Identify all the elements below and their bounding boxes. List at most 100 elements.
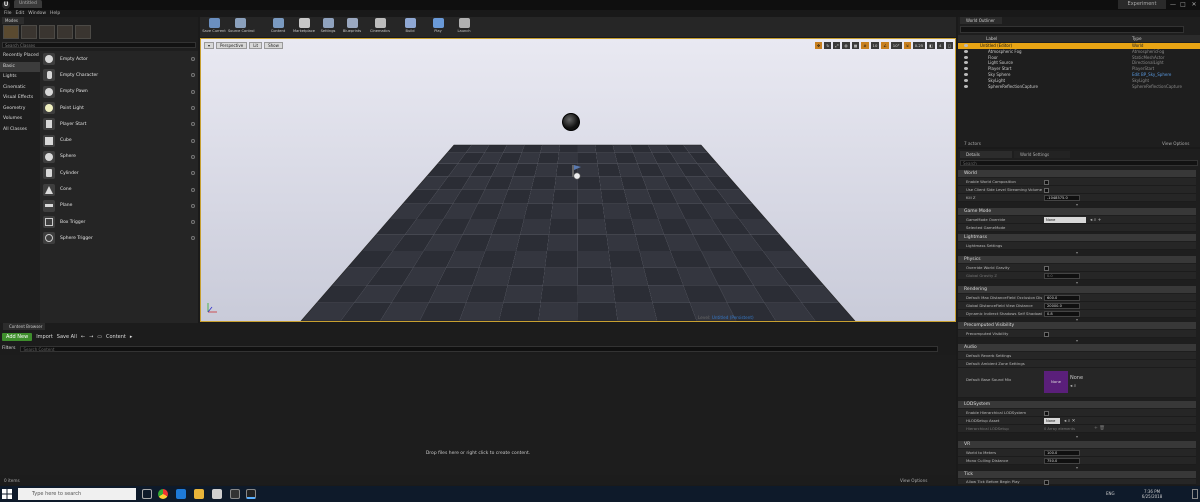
visibility-eye-icon[interactable]	[964, 84, 968, 88]
checkbox[interactable]	[1044, 179, 1049, 185]
world-to-meters-field[interactable]: 100.0	[1044, 450, 1080, 456]
filters-button[interactable]: Filters	[2, 346, 16, 351]
col-label[interactable]: Label	[986, 35, 997, 42]
save-all-button[interactable]: Save All	[57, 333, 77, 341]
category-recently-placed[interactable]: Recently Placed	[0, 51, 40, 62]
table-row[interactable]: Atmospheric Fog AtmosphericFog	[958, 49, 1200, 55]
mono-cull-field[interactable]: 750.0	[1044, 458, 1080, 464]
marketplace-button[interactable]: Marketplace	[292, 18, 316, 36]
section-rendering[interactable]: Rendering	[958, 286, 1196, 293]
tab-world-settings[interactable]: World Settings	[1014, 151, 1070, 158]
info-icon[interactable]	[191, 187, 195, 192]
menu-help[interactable]: Help	[50, 10, 60, 17]
tab-details[interactable]: Details	[960, 151, 1012, 158]
list-item[interactable]: Empty Pawn	[40, 84, 198, 100]
browse-icon[interactable]: ◂ ⌕ ✕	[1064, 418, 1075, 424]
info-icon[interactable]	[191, 138, 195, 143]
info-icon[interactable]	[191, 171, 195, 176]
advanced-expand-icon[interactable]: ▾	[1076, 434, 1078, 439]
col-type[interactable]: Type	[1132, 35, 1142, 42]
table-row[interactable]: SphereReflectionCapture SphereReflectionC…	[958, 84, 1200, 90]
section-tick[interactable]: Tick	[958, 471, 1196, 478]
menu-window[interactable]: Window	[28, 10, 46, 17]
gravity-field[interactable]: 0.0	[1044, 273, 1080, 279]
checkbox[interactable]	[1044, 331, 1049, 337]
lit-button[interactable]: Lit	[249, 42, 263, 49]
perspective-button[interactable]: Perspective	[216, 42, 248, 49]
section-lightmass[interactable]: Lightmass	[958, 234, 1196, 241]
list-item[interactable]: Empty Character	[40, 67, 198, 83]
visibility-eye-icon[interactable]	[964, 78, 968, 82]
forward-icon[interactable]: →	[89, 333, 93, 341]
section-precomputed-visibility[interactable]: Precomputed Visibility	[958, 322, 1196, 329]
category-cinematic[interactable]: Cinematic	[0, 83, 40, 94]
sdf-view-field[interactable]: 20000.0	[1044, 303, 1080, 309]
list-item[interactable]: Cube	[40, 132, 198, 148]
scale-snap-icon[interactable]: ⇲	[903, 42, 911, 49]
section-vr[interactable]: VR	[958, 441, 1196, 448]
back-icon[interactable]: ←	[81, 333, 85, 341]
info-icon[interactable]	[191, 154, 195, 159]
category-volumes[interactable]: Volumes	[0, 114, 40, 125]
unreal-editor-icon[interactable]	[246, 489, 256, 499]
menu-file[interactable]: File	[4, 10, 12, 17]
save-current-button[interactable]: Save Current	[202, 18, 226, 36]
advanced-expand-icon[interactable]: ▾	[1076, 465, 1078, 470]
place-mode-icon[interactable]	[3, 25, 19, 39]
paint-mode-icon[interactable]	[21, 25, 37, 39]
visibility-eye-icon[interactable]	[964, 44, 968, 47]
info-icon[interactable]	[191, 122, 195, 127]
visibility-eye-icon[interactable]	[964, 61, 968, 65]
category-visual-effects[interactable]: Visual Effects	[0, 93, 40, 104]
info-icon[interactable]	[191, 57, 195, 62]
list-item[interactable]: Cylinder	[40, 165, 198, 181]
modes-tab[interactable]: Modes	[2, 17, 24, 24]
category-all-classes[interactable]: All Classes	[0, 125, 40, 136]
asset-area[interactable]: Drop files here or right click to create…	[0, 355, 956, 475]
edge-icon[interactable]	[176, 489, 186, 499]
foliage-mode-icon[interactable]	[57, 25, 73, 39]
notifications-icon[interactable]	[1192, 489, 1198, 499]
advanced-expand-icon[interactable]: ▾	[1076, 250, 1078, 255]
list-item[interactable]: Cone	[40, 181, 198, 197]
sound-mix-thumbnail[interactable]: None	[1044, 371, 1068, 393]
table-row[interactable]: Untitled (Editor) World	[958, 43, 1200, 49]
play-button[interactable]: Play	[426, 18, 450, 36]
content-button[interactable]: Content	[266, 18, 290, 36]
info-icon[interactable]	[191, 220, 195, 225]
table-row[interactable]: Light Source DirectionalLight	[958, 60, 1200, 66]
section-world[interactable]: World	[958, 170, 1196, 177]
clock[interactable]: 7:36 PM 6/25/2018	[1122, 489, 1182, 499]
hlod-dropdown[interactable]: None	[1044, 418, 1060, 424]
rotate-icon[interactable]: ↻	[824, 42, 832, 49]
build-button[interactable]: Build	[398, 18, 422, 36]
info-icon[interactable]	[191, 106, 195, 111]
maximize-viewport-icon[interactable]: ▢	[945, 42, 954, 49]
list-item[interactable]: Sphere	[40, 149, 198, 165]
outliner-search-input[interactable]	[960, 26, 1184, 33]
shadow-field[interactable]: 0.8	[1044, 311, 1080, 317]
info-icon[interactable]	[191, 89, 195, 94]
landscape-mode-icon[interactable]	[39, 25, 55, 39]
sky-sphere-icon[interactable]	[562, 113, 580, 131]
windows-start-icon[interactable]	[2, 489, 12, 499]
path-arrow-icon[interactable]: ▸	[130, 333, 133, 341]
import-button[interactable]: Import	[36, 333, 53, 341]
list-item[interactable]: Plane	[40, 198, 198, 214]
settings-button[interactable]: Settings	[316, 18, 340, 36]
source-control-button[interactable]: Source Control	[228, 18, 254, 36]
viewport-menu-icon[interactable]: ▾	[204, 42, 215, 49]
checkbox[interactable]	[1044, 479, 1049, 485]
blueprints-button[interactable]: Blueprints	[340, 18, 364, 36]
surface-snap-icon[interactable]: ▦	[851, 42, 860, 49]
advanced-expand-icon[interactable]: ▾	[1076, 280, 1078, 285]
section-physics[interactable]: Physics	[958, 256, 1196, 263]
visibility-eye-icon[interactable]	[964, 55, 968, 59]
maximize-button[interactable]: □	[1178, 0, 1188, 9]
camera-speed-value[interactable]: 4	[936, 42, 944, 49]
visibility-eye-icon[interactable]	[964, 49, 968, 53]
menu-edit[interactable]: Edit	[16, 10, 25, 17]
checkbox[interactable]	[1044, 410, 1049, 416]
list-item[interactable]: Player Start	[40, 116, 198, 132]
info-icon[interactable]	[191, 73, 195, 78]
